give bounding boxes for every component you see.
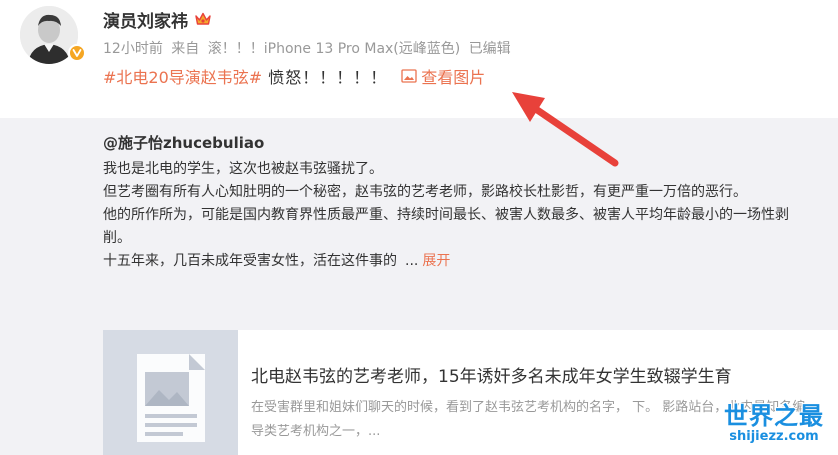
- verified-badge-icon: [68, 44, 86, 62]
- expand-link[interactable]: 展开: [422, 253, 450, 269]
- repost-body: 我也是北电的学生，这次也被赵韦弦骚扰了。 但艺考圈有所有人心知肚明的一个秘密，赵…: [103, 158, 815, 273]
- repost-line: 但艺考圈有所有人心知肚明的一个秘密，赵韦弦的艺考老师，影路校长杜影哲，有更严重一…: [103, 184, 747, 200]
- article-thumbnail: [103, 330, 238, 455]
- source-prefix: 来自: [171, 41, 200, 57]
- post-meta: 12小时前 来自 滚！！！iPhone 13 Pro Max(远峰蓝色) 已编辑: [103, 38, 515, 58]
- repost-line: 他的所作所为，可能是国内教育界性质最严重、持续时间最长、被害人数最多、被害人平均…: [103, 207, 789, 246]
- crown-icon[interactable]: [194, 11, 212, 27]
- document-icon: [137, 354, 205, 442]
- post-body-text: 愤怒！！！！！: [268, 68, 388, 87]
- author-name[interactable]: 演员刘家祎: [103, 7, 188, 32]
- post-text: #北电20导演赵韦弦# 愤怒！！！！！ 查看图片: [103, 64, 485, 88]
- author-row: 演员刘家祎: [103, 6, 212, 32]
- repost-line: 我也是北电的学生，这次也被赵韦弦骚扰了。: [103, 161, 383, 177]
- view-image-label[interactable]: 查看图片: [421, 64, 485, 88]
- edited-label[interactable]: 已编辑: [469, 41, 511, 57]
- watermark-sub: shijiezz.com: [729, 429, 819, 444]
- ellipsis: ...: [405, 253, 419, 269]
- hashtag-link[interactable]: #北电20导演赵韦弦#: [103, 64, 262, 88]
- avatar-wrap[interactable]: [20, 6, 90, 68]
- repost-author-link[interactable]: @施子怡zhucebuliao: [103, 132, 264, 153]
- post-source: 滚！！！iPhone 13 Pro Max(远峰蓝色): [207, 41, 461, 57]
- post-time[interactable]: 12小时前: [103, 41, 163, 57]
- watermark-main: 世界之最: [724, 402, 824, 430]
- post-header: 演员刘家祎 12小时前 来自 滚！！！iPhone 13 Pro Max(远峰蓝…: [0, 0, 838, 118]
- image-icon: [401, 69, 417, 83]
- repost-line: 十五年来，几百未成年受害女性，活在这件事的: [103, 253, 397, 269]
- view-image-link[interactable]: 查看图片: [401, 64, 485, 88]
- repost-last-line: 十五年来，几百未成年受害女性，活在这件事的... 展开: [103, 250, 815, 273]
- site-watermark: 世界之最 shijiezz.com: [712, 396, 836, 454]
- article-title[interactable]: 北电赵韦弦的艺考老师，15年诱奸多名未成年女学生致辍学生育: [251, 362, 732, 387]
